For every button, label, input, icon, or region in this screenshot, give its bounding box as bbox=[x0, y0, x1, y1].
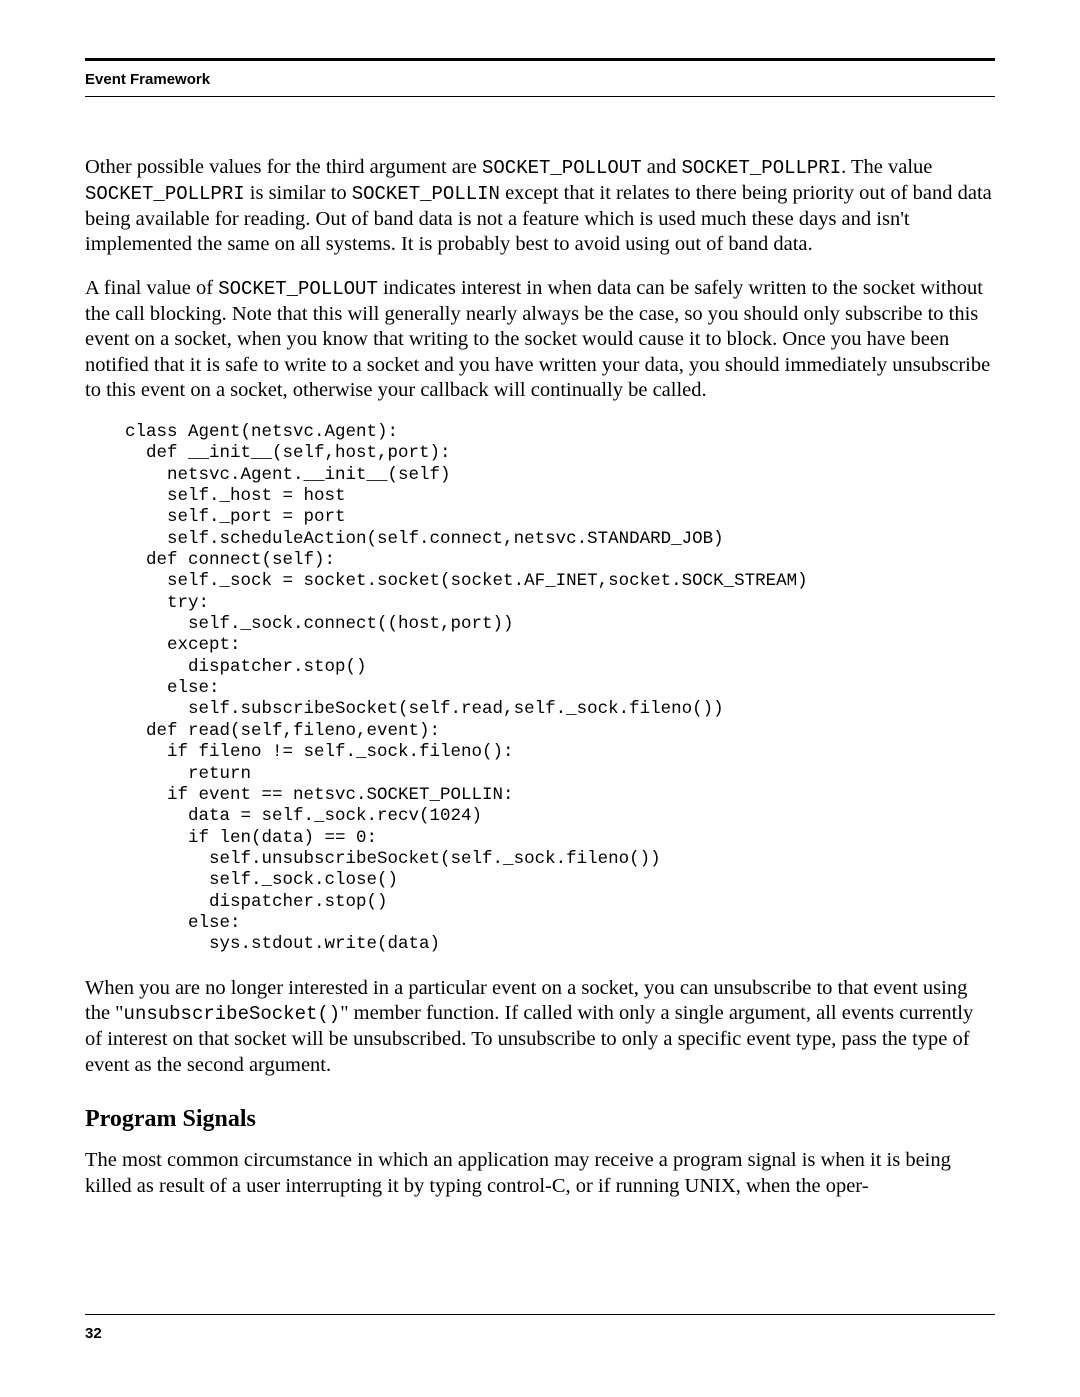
text: A final value of bbox=[85, 277, 218, 299]
paragraph-2: A final value of SOCKET_POLLOUT indicate… bbox=[85, 276, 995, 404]
running-head: Event Framework bbox=[85, 71, 995, 96]
inline-code: SOCKET_POLLOUT bbox=[218, 278, 378, 300]
section-heading-program-signals: Program Signals bbox=[85, 1104, 995, 1134]
page-number: 32 bbox=[85, 1325, 995, 1342]
inline-code: SOCKET_POLLPRI bbox=[681, 157, 841, 179]
code-block: class Agent(netsvc.Agent): def __init__(… bbox=[125, 422, 995, 956]
paragraph-1: Other possible values for the third argu… bbox=[85, 155, 995, 258]
footer: 32 bbox=[85, 1314, 995, 1342]
inline-code: SOCKET_POLLIN bbox=[352, 183, 500, 205]
inline-code: SOCKET_POLLPRI bbox=[85, 183, 245, 205]
inline-code: SOCKET_POLLOUT bbox=[482, 157, 642, 179]
text: is similar to bbox=[245, 182, 352, 204]
paragraph-4: The most common circumstance in which an… bbox=[85, 1148, 995, 1199]
inline-code: unsubscribeSocket() bbox=[124, 1003, 341, 1025]
text: . The value bbox=[841, 156, 932, 178]
footer-rule bbox=[85, 1314, 995, 1315]
top-rule bbox=[85, 58, 995, 61]
body-text: Other possible values for the third argu… bbox=[85, 155, 995, 1199]
text: and bbox=[642, 156, 682, 178]
text: Other possible values for the third argu… bbox=[85, 156, 482, 178]
page: Event Framework Other possible values fo… bbox=[0, 0, 1080, 1397]
paragraph-3: When you are no longer interested in a p… bbox=[85, 976, 995, 1079]
header-sub-rule bbox=[85, 96, 995, 97]
text: The most common circumstance in which an… bbox=[85, 1149, 951, 1197]
